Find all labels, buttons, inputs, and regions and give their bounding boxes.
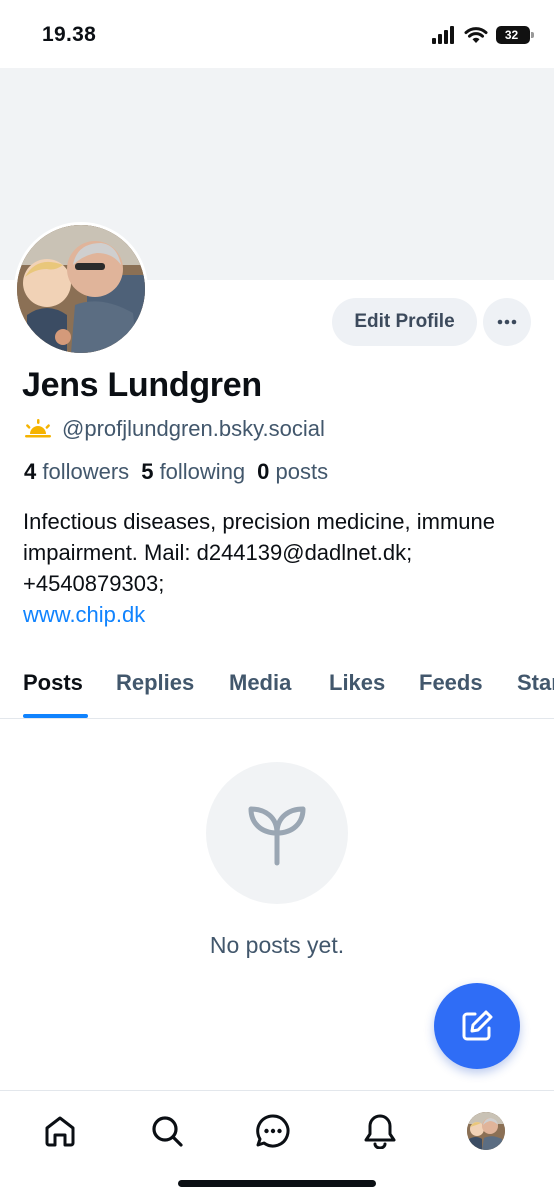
- wifi-icon: [464, 27, 488, 43]
- following-count: 5: [141, 459, 154, 484]
- ellipsis-icon: [497, 319, 517, 325]
- posts-label: posts: [275, 459, 329, 484]
- nav-search[interactable]: [147, 1111, 187, 1151]
- profile-bio: Infectious diseases, precision medicine,…: [23, 506, 533, 630]
- battery-level: 32: [504, 28, 519, 42]
- posts-stat: 0 posts: [257, 459, 328, 485]
- tab-starter-packs[interactable]: Starter Packs: [517, 670, 554, 696]
- tab-feeds[interactable]: Feeds: [419, 670, 483, 696]
- nav-home[interactable]: [40, 1111, 80, 1151]
- bio-text: Infectious diseases, precision medicine,…: [23, 509, 496, 596]
- empty-state-text: No posts yet.: [209, 932, 345, 958]
- following-label: following: [159, 459, 246, 484]
- profile-name: Jens Lundgren: [22, 366, 262, 404]
- signal-icon: [432, 26, 454, 44]
- following-stat[interactable]: 5 following: [141, 459, 245, 485]
- status-bar: 19.38 32: [0, 0, 554, 68]
- edit-profile-button[interactable]: Edit Profile: [332, 298, 477, 346]
- profile-avatar-small: [467, 1112, 505, 1150]
- bio-link[interactable]: www.chip.dk: [23, 602, 145, 627]
- battery-icon: 32: [496, 26, 534, 44]
- profile-stats: 4 followers 5 following 0 posts: [24, 459, 328, 485]
- profile-avatar[interactable]: [14, 222, 148, 356]
- active-tab-indicator: [23, 714, 88, 718]
- profile-handle: @profjlundgren.bsky.social: [62, 416, 325, 441]
- status-icons: 32: [432, 24, 534, 46]
- handle-row: @profjlundgren.bsky.social: [24, 416, 325, 442]
- tab-replies[interactable]: Replies: [116, 670, 194, 696]
- compose-button[interactable]: [434, 983, 520, 1069]
- tab-likes[interactable]: Likes: [329, 670, 385, 696]
- followers-label: followers: [42, 459, 130, 484]
- nav-chat[interactable]: [253, 1111, 293, 1151]
- posts-count: 0: [257, 459, 270, 484]
- compose-icon: [462, 1010, 493, 1041]
- chat-icon: [256, 1114, 290, 1148]
- nav-notifications[interactable]: [360, 1111, 400, 1151]
- profile-tabs: Posts Replies Media Likes Feeds Starter …: [0, 666, 554, 719]
- empty-state-illustration: [206, 762, 348, 904]
- search-icon: [152, 1116, 183, 1147]
- followers-stat[interactable]: 4 followers: [24, 459, 129, 485]
- more-options-button[interactable]: [483, 298, 531, 346]
- followers-count: 4: [24, 459, 37, 484]
- bell-icon: [364, 1114, 396, 1149]
- seedling-icon: [248, 806, 306, 866]
- home-icon: [45, 1116, 75, 1147]
- tab-posts[interactable]: Posts: [23, 670, 83, 696]
- home-indicator[interactable]: [178, 1180, 376, 1187]
- sun-icon: [25, 419, 51, 438]
- nav-profile[interactable]: [466, 1111, 506, 1151]
- tab-media[interactable]: Media: [229, 670, 291, 696]
- status-time: 19.38: [42, 23, 97, 46]
- avatar-photo: [17, 225, 145, 353]
